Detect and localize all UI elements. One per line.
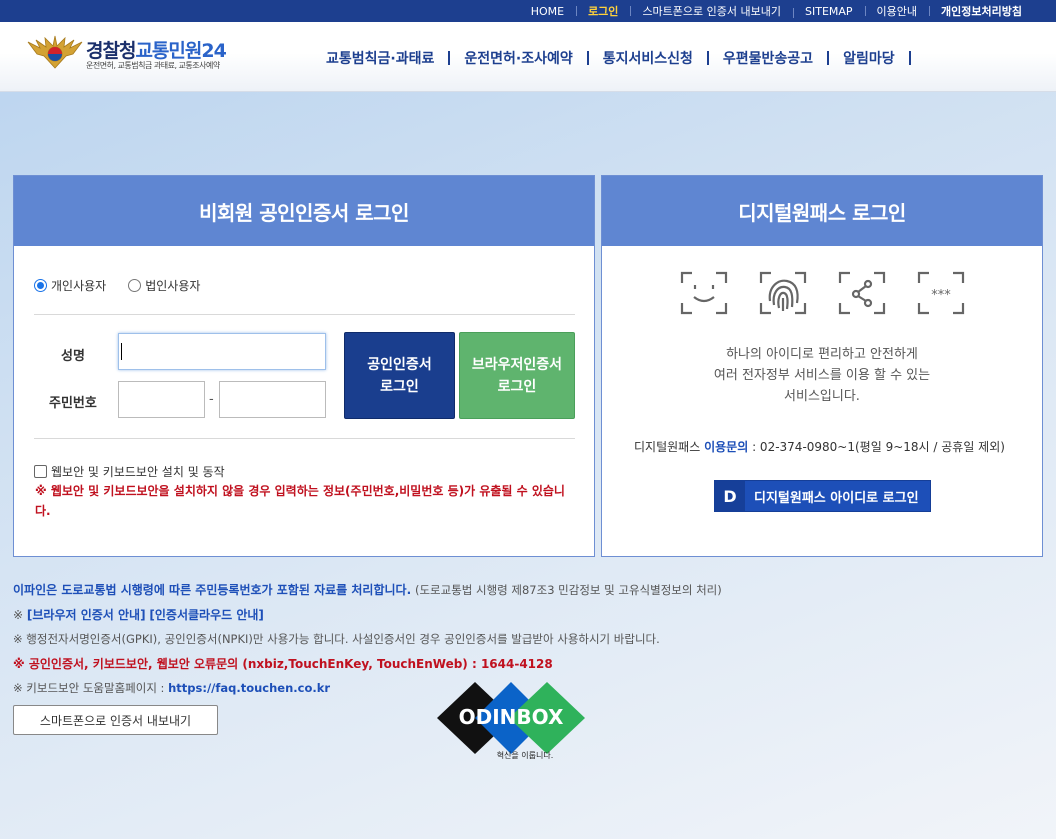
onepass-contact: 디지털원패스 이용문의 : 02-374-0980~1(평일 9~18시 / 공… — [634, 440, 1005, 454]
radio-personal-label: 개인사용자 — [51, 279, 107, 293]
onepass-description: 하나의 아이디로 편리하고 안전하게 여러 전자정부 서비스를 이용 할 수 있… — [713, 347, 931, 404]
text-caret — [121, 343, 122, 360]
sitemap-link[interactable]: SITEMAP — [793, 5, 865, 18]
cert-login-button[interactable]: 공인인증서 로그인 — [344, 332, 455, 419]
face-id-icon — [680, 271, 728, 315]
export-cert-button[interactable]: 스마트폰으로 인증서 내보내기 — [13, 705, 218, 735]
pattern-icon — [838, 271, 886, 315]
notice-rrn-processing: 이파인은 도로교통법 시행령에 따른 주민등록번호가 포함된 자료를 처리합니다… — [13, 583, 722, 597]
divider — [34, 314, 575, 315]
cert-login-panel: 비회원 공인인증서 로그인 개인사용자 법인사용자 성명 주민번호 - 공인인증… — [13, 175, 595, 557]
onepass-login-label: 디지털원패스 아이디로 로그인 — [754, 490, 919, 506]
home-link[interactable]: HOME — [519, 5, 576, 18]
radio-personal-button[interactable] — [34, 279, 47, 292]
security-warning-text: ※ 웹보안 및 키보드보안을 설치하지 않을 경우 입력하는 정보(주민번호,비… — [35, 484, 565, 518]
auth-method-icons: *** — [680, 271, 996, 315]
odinbox-tagline: 혁신을 이룹니다. — [497, 750, 554, 760]
svg-text:***: *** — [931, 288, 951, 303]
fingerprint-icon — [759, 271, 807, 315]
security-install-label: 웹보안 및 키보드보안 설치 및 동작 — [51, 465, 225, 479]
odinbox-wordmark: ODINBOX — [459, 705, 564, 729]
privacy-policy-link[interactable]: 개인정보처리방침 — [929, 3, 1034, 19]
site-logo[interactable]: 경찰청교통민원24 운전면허, 교통범칙금 과태료, 교통조사예약 — [26, 34, 256, 74]
cert-login-title: 비회원 공인인증서 로그인 — [14, 176, 594, 246]
nav-divider — [908, 51, 911, 65]
rrn-back-input[interactable] — [219, 381, 326, 418]
rrn-front-input[interactable] — [118, 381, 205, 418]
divider — [34, 438, 575, 439]
site-header: 경찰청교통민원24 운전면허, 교통범칙금 과태료, 교통조사예약 교통범칙금·… — [0, 22, 1056, 92]
checkbox-box[interactable] — [34, 465, 47, 478]
nav-notice-board[interactable]: 알림마당 — [829, 48, 909, 68]
onepass-title: 디지털원패스 로그인 — [602, 176, 1042, 246]
onepass-logo-icon: D — [715, 481, 745, 511]
name-label: 성명 — [61, 349, 85, 364]
nav-returned-mail[interactable]: 우편물반송공고 — [709, 48, 827, 68]
browser-cert-guide-link[interactable]: [브라우저 인증서 안내] — [27, 608, 146, 622]
notice-browser-cert: ※ [브라우저 인증서 안내] [인증서클라우드 안내] — [13, 607, 264, 622]
name-input[interactable] — [118, 333, 326, 370]
nav-traffic-fines[interactable]: 교통범칙금·과태료 — [312, 48, 448, 68]
odinbox-logo: ODINBOX 혁신을 이룹니다. — [437, 682, 585, 760]
radio-corporate-user[interactable]: 법인사용자 — [128, 277, 200, 294]
guide-link[interactable]: 이용안내 — [864, 3, 929, 19]
main-navigation: 교통범칙금·과태료 운전면허·조사예약 통지서비스신청 우편물반송공고 알림마당 — [312, 48, 911, 68]
logo-title: 경찰청교통민원24 — [86, 40, 227, 62]
export-cert-link[interactable]: 스마트폰으로 인증서 내보내기 — [630, 3, 793, 19]
browser-cert-login-button[interactable]: 브라우저인증서 로그인 — [459, 332, 575, 419]
nav-notification-service[interactable]: 통지서비스신청 — [589, 48, 707, 68]
pin-icon: *** — [917, 271, 965, 315]
police-emblem-icon — [27, 35, 83, 69]
notice-error-contact: ※ 공인인증서, 키보드보안, 웹보안 오류문의 (nxbiz,TouchEnK… — [13, 656, 553, 671]
logo-subtitle: 운전면허, 교통범칙금 과태료, 교통조사예약 — [86, 61, 220, 70]
notice-cert-types: ※ 행정전자서명인증서(GPKI), 공인인증서(NPKI)만 사용가능 합니다… — [13, 632, 660, 646]
digital-onepass-panel: 디지털원패스 로그인 *** 하나의 아이디로 편리하고 안전하게 여러 전자정… — [601, 175, 1043, 557]
top-utility-bar: HOME 로그인 스마트폰으로 인증서 내보내기 SITEMAP 이용안내 개인… — [0, 0, 1056, 22]
nav-driver-license[interactable]: 운전면허·조사예약 — [450, 48, 586, 68]
onepass-login-button[interactable]: D 디지털원패스 아이디로 로그인 — [714, 480, 931, 512]
radio-corporate-button[interactable] — [128, 279, 142, 292]
touchen-faq-link[interactable]: https://faq.touchen.co.kr — [168, 681, 330, 695]
notice-list: 이파인은 도로교통법 시행령에 따른 주민등록번호가 포함된 자료를 처리합니다… — [13, 578, 722, 701]
radio-corporate-label: 법인사용자 — [145, 279, 201, 293]
cert-cloud-guide-link[interactable]: [인증서클라우드 안내] — [149, 608, 264, 622]
rrn-dash: - — [209, 392, 214, 407]
radio-personal-user[interactable]: 개인사용자 — [34, 277, 106, 294]
login-link[interactable]: 로그인 — [576, 3, 630, 19]
notice-keyboard-help: ※ 키보드보안 도움말홈페이지 : https://faq.touchen.co… — [13, 681, 331, 695]
rrn-label: 주민번호 — [49, 396, 97, 411]
security-install-checkbox[interactable]: 웹보안 및 키보드보안 설치 및 동작 — [34, 463, 225, 480]
user-type-radio-group: 개인사용자 법인사용자 — [34, 277, 222, 294]
